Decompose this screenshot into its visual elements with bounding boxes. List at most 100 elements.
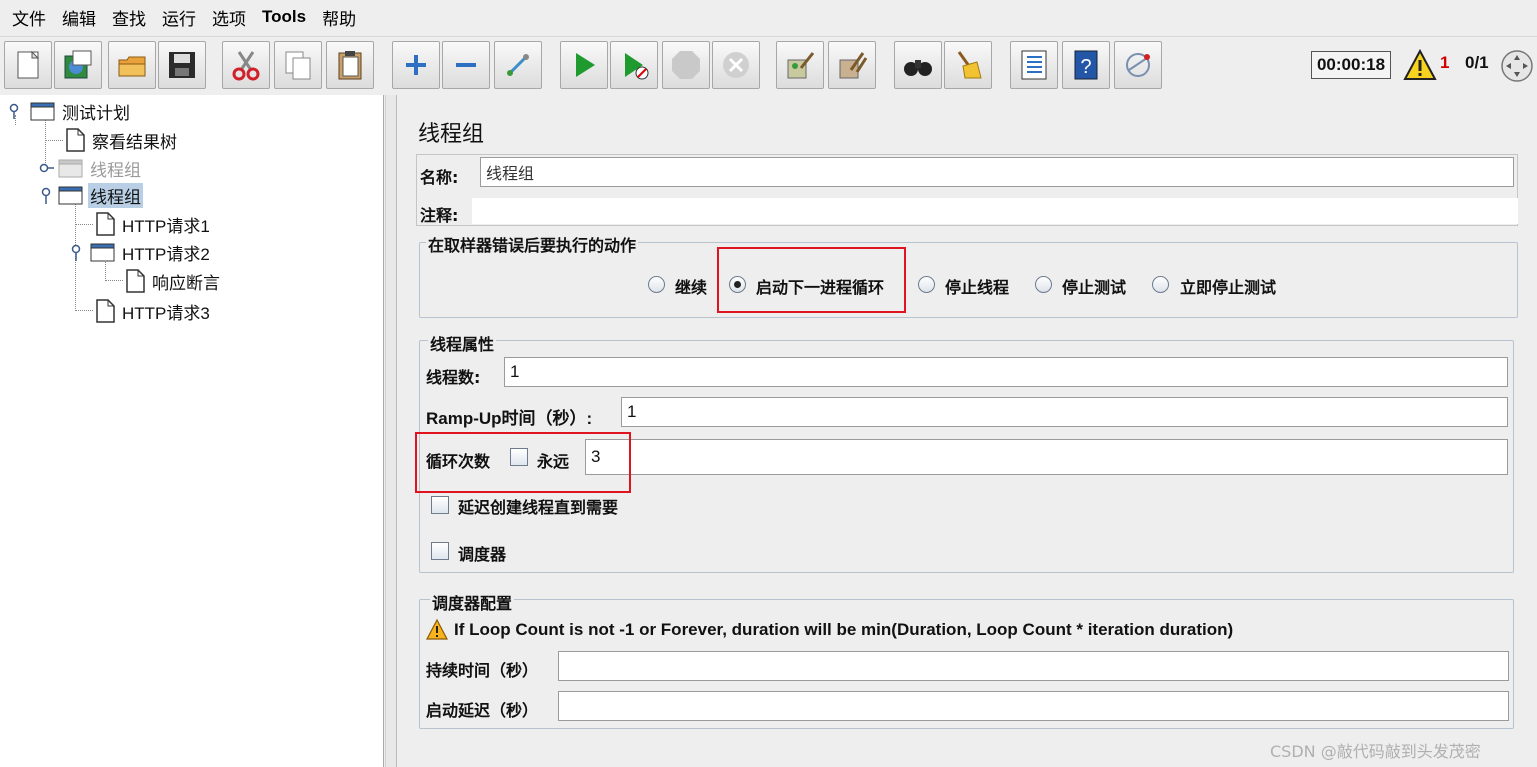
start-button[interactable] [560, 41, 608, 89]
rampup-field[interactable]: 1 [621, 397, 1508, 427]
comment-label: 注释: [420, 206, 459, 225]
scheduler-checkbox[interactable] [431, 542, 449, 560]
templates-icon [64, 50, 92, 79]
play-icon [576, 53, 595, 77]
radio-stop-thread-label[interactable]: 停止线程 [945, 274, 1009, 298]
tree-node-label: 测试计划 [62, 103, 130, 124]
menu-file[interactable]: 文件 [4, 5, 54, 30]
folder-icon [58, 186, 83, 205]
scheduler-config-legend: 调度器配置 [430, 590, 515, 614]
document-icon [96, 299, 115, 323]
help-book-icon: ? [1074, 50, 1098, 80]
play-no-timer-icon [625, 53, 649, 80]
delay-thread-creation-label[interactable]: 延迟创建线程直到需要 [458, 494, 618, 518]
paste-button[interactable] [326, 41, 374, 89]
tree-node-results-tree[interactable]: 察看结果树 [64, 127, 179, 153]
scheduler-label[interactable]: 调度器 [458, 541, 506, 565]
tree-node-thread-group-disabled[interactable]: 线程组 [38, 155, 143, 181]
rampup-label: Ramp-Up时间（秒）: [426, 409, 593, 428]
expand-handle-icon[interactable] [68, 242, 84, 262]
svg-text:?: ? [1080, 56, 1091, 78]
tree-node-response-assertion[interactable]: 响应断言 [124, 268, 222, 294]
help-button[interactable]: ? [1062, 41, 1110, 89]
start-no-pauses-button[interactable] [610, 41, 658, 89]
tree-node-http-3[interactable]: HTTP请求3 [94, 298, 212, 324]
toggle-button[interactable] [494, 41, 542, 89]
warning-count: 1 [1440, 53, 1450, 72]
stop-button[interactable] [662, 41, 710, 89]
duration-label: 持续时间（秒） [426, 661, 539, 680]
search-button[interactable] [894, 41, 942, 89]
tree-node-http-1[interactable]: HTTP请求1 [94, 211, 212, 237]
broom-icon [957, 51, 982, 79]
plus-icon [406, 55, 426, 75]
remote-button[interactable] [1114, 41, 1162, 89]
status-indicator-icon [1501, 50, 1533, 82]
folder-disabled-icon [58, 159, 83, 178]
tree-node-http-2[interactable]: HTTP请求2 [68, 239, 212, 265]
new-button[interactable] [4, 41, 52, 89]
tree-node-label: HTTP请求2 [122, 244, 210, 264]
stop-icon [672, 51, 700, 79]
open-button[interactable] [108, 41, 156, 89]
loop-count-field[interactable]: 3 [585, 439, 1508, 475]
copy-button[interactable] [274, 41, 322, 89]
list-icon [1021, 50, 1047, 80]
warning-icon[interactable] [1403, 49, 1437, 81]
shutdown-icon [723, 52, 749, 78]
menu-tools[interactable]: Tools [254, 7, 314, 27]
templates-button[interactable] [54, 41, 102, 89]
clear-all-button[interactable] [828, 41, 876, 89]
reset-search-button[interactable] [944, 41, 992, 89]
collapse-button[interactable] [442, 41, 490, 89]
on-error-legend: 在取样器错误后要执行的动作 [426, 232, 639, 256]
shutdown-button[interactable] [712, 41, 760, 89]
thread-count-field[interactable]: 1 [504, 357, 1508, 387]
startup-delay-field[interactable] [558, 691, 1509, 721]
thread-count-label: 线程数: [426, 368, 481, 387]
clear-all-icon [839, 52, 868, 79]
tree-node-thread-group-selected[interactable]: 线程组 [38, 182, 143, 208]
collapsed-handle-icon[interactable] [38, 161, 54, 175]
save-button[interactable] [158, 41, 206, 89]
delay-thread-creation-checkbox[interactable] [431, 496, 449, 514]
document-icon [66, 128, 85, 152]
document-icon [126, 269, 145, 293]
tree-node-test-plan[interactable]: 测试计划 [6, 98, 132, 124]
radio-stop-test-now[interactable] [1152, 276, 1169, 293]
tree-node-label: 线程组 [88, 182, 143, 208]
duration-field[interactable] [558, 651, 1509, 681]
radio-stop-thread[interactable] [918, 276, 935, 293]
menu-edit[interactable]: 编辑 [54, 5, 104, 30]
radio-stop-test-label[interactable]: 停止测试 [1062, 274, 1126, 298]
tree-node-label: 察看结果树 [92, 132, 177, 153]
expand-handle-icon[interactable] [6, 102, 22, 120]
expand-button[interactable] [392, 41, 440, 89]
minus-icon [456, 63, 476, 67]
clear-button[interactable] [776, 41, 824, 89]
radio-continue-label[interactable]: 继续 [675, 274, 707, 298]
radio-continue[interactable] [648, 276, 665, 293]
menu-search[interactable]: 查找 [104, 5, 154, 30]
panel-splitter[interactable] [385, 95, 397, 767]
document-icon [96, 212, 115, 236]
open-icon [118, 56, 146, 77]
clear-icon [787, 52, 815, 79]
comment-field[interactable] [472, 198, 1518, 224]
radio-stop-test-now-label[interactable]: 立即停止测试 [1180, 274, 1276, 298]
warning-icon [426, 619, 448, 640]
elapsed-timer: 00:00:18 [1311, 51, 1391, 79]
scheduler-warning-text: If Loop Count is not -1 or Forever, dura… [454, 620, 1234, 639]
expand-handle-icon[interactable] [38, 185, 54, 205]
menu-help[interactable]: 帮助 [314, 5, 364, 30]
cut-button[interactable] [222, 41, 270, 89]
new-icon [17, 50, 40, 79]
tree-node-label: 响应断言 [152, 273, 220, 294]
name-field[interactable]: 线程组 [480, 157, 1514, 187]
function-helper-button[interactable] [1010, 41, 1058, 89]
active-threads: 0/1 [1465, 53, 1489, 72]
radio-stop-test[interactable] [1035, 276, 1052, 293]
menu-options[interactable]: 选项 [204, 5, 254, 30]
menu-run[interactable]: 运行 [154, 5, 204, 30]
toolbar: ? 00:00:18 1 0/1 [0, 36, 1537, 94]
